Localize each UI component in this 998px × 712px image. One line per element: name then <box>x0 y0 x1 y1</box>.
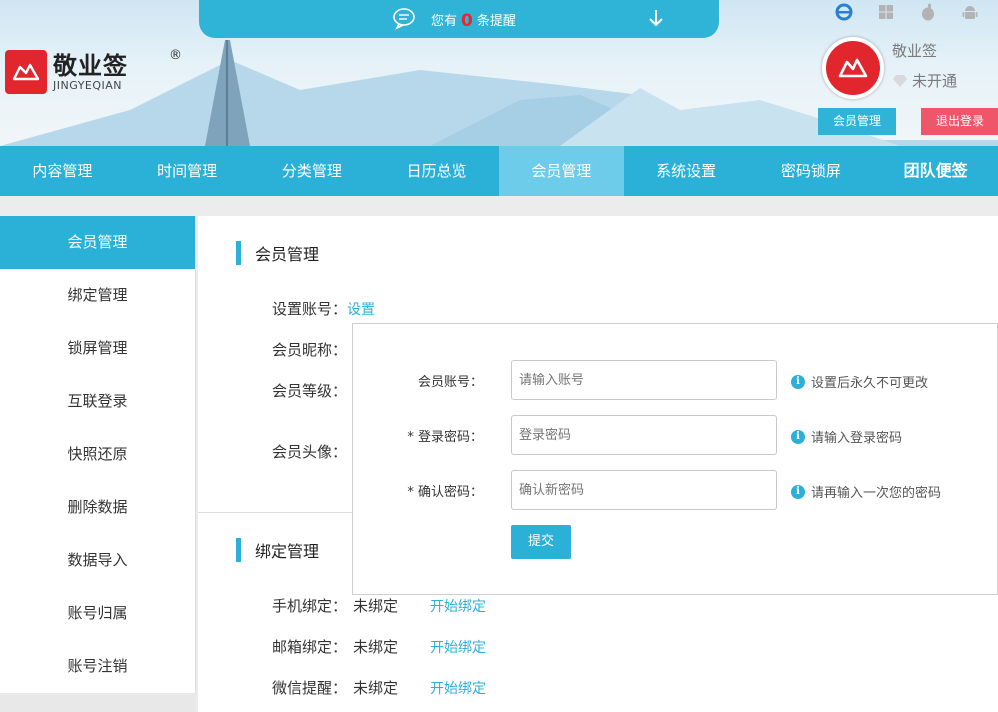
avatar-image <box>826 41 880 95</box>
confirm-field-label: * 确认密码： <box>407 485 483 500</box>
apple-icon[interactable] <box>914 0 942 24</box>
bind-section-title: 绑定管理 <box>236 538 319 562</box>
user-status-text: 未开通 <box>912 72 958 90</box>
notification-suffix: 条提醒 <box>476 14 516 29</box>
confirm-password-input[interactable] <box>511 470 777 510</box>
level-label: 会员等级： <box>272 382 348 400</box>
password-hint: i 请输入登录密码 <box>791 427 902 446</box>
title-bar <box>236 241 241 265</box>
sidebar-item-snapshot[interactable]: 快照还原 <box>0 428 195 481</box>
title-bar <box>236 538 241 562</box>
nickname-label: 会员昵称： <box>272 341 348 359</box>
logo-cn: 敬业签 <box>53 51 128 80</box>
user-name: 敬业签 <box>892 42 938 60</box>
bind-row-email: 邮箱绑定： 未绑定 开始绑定 <box>272 636 486 657</box>
bind-status: 未绑定 <box>353 597 399 615</box>
platform-links <box>830 0 998 24</box>
bind-status: 未绑定 <box>353 679 399 697</box>
info-icon: i <box>791 374 805 389</box>
user-status: 未开通 <box>892 70 957 91</box>
set-account-popup: 会员账号： i 设置后永久不可更改 * 登录密码： i 请输入登录密码 * 确认… <box>352 323 998 595</box>
submit-button[interactable]: 提交 <box>511 525 571 559</box>
registered-mark: ® <box>169 47 182 63</box>
sidebar-item-ownership[interactable]: 账号归属 <box>0 587 195 640</box>
member-management-button[interactable]: 会员管理 <box>818 108 896 135</box>
account-input[interactable] <box>511 360 777 400</box>
set-account-link[interactable]: 设置 <box>347 302 375 318</box>
windows-icon[interactable] <box>872 0 900 24</box>
nav-category[interactable]: 分类管理 <box>250 146 375 196</box>
logo-text: 敬业签 JINGYEQIAN ® <box>53 48 182 92</box>
chat-bubble-icon <box>393 8 415 30</box>
nav-calendar[interactable]: 日历总览 <box>374 146 499 196</box>
sidebar-item-binding[interactable]: 绑定管理 <box>0 269 195 322</box>
android-icon[interactable] <box>956 0 984 24</box>
info-icon: i <box>791 429 805 444</box>
password-hint-text: 请输入登录密码 <box>811 431 903 446</box>
sidebar-item-import[interactable]: 数据导入 <box>0 534 195 587</box>
avatar-label: 会员头像： <box>272 443 348 461</box>
bind-label: 微信提醒： <box>272 679 348 697</box>
logo-en: JINGYEQIAN <box>53 78 123 92</box>
bind-email-link[interactable]: 开始绑定 <box>430 637 486 657</box>
notification-bar[interactable]: 您有 0 条提醒 <box>199 0 719 38</box>
sidebar-item-lockscreen[interactable]: 锁屏管理 <box>0 322 195 375</box>
info-icon: i <box>791 484 805 499</box>
ie-icon[interactable] <box>830 0 858 24</box>
sidebar-item-connected-login[interactable]: 互联登录 <box>0 375 195 428</box>
bind-row-phone: 手机绑定： 未绑定 开始绑定 <box>272 595 486 616</box>
nav-content[interactable]: 内容管理 <box>0 146 125 196</box>
notification-prefix: 您有 <box>431 14 458 29</box>
sidebar-item-cancel-account[interactable]: 账号注销 <box>0 640 195 693</box>
logo[interactable]: 敬业签 JINGYEQIAN ® <box>5 48 182 94</box>
notification-text: 您有 0 条提醒 <box>431 10 516 31</box>
account-hint-text: 设置后永久不可更改 <box>811 376 929 391</box>
header: 您有 0 条提醒 敬业签 JINGYEQIAN ® 敬业签 未开通 会员管理 退… <box>0 0 998 146</box>
nav-team[interactable]: 团队便签 <box>873 146 998 196</box>
bind-phone-link[interactable]: 开始绑定 <box>430 596 486 616</box>
nav-time[interactable]: 时间管理 <box>125 146 250 196</box>
account-row: 设置账号：设置 <box>272 298 375 319</box>
user-avatar[interactable] <box>822 37 884 99</box>
confirm-hint-text: 请再输入一次您的密码 <box>811 486 942 501</box>
member-section-title-text: 会员管理 <box>255 245 320 264</box>
nav-settings[interactable]: 系统设置 <box>624 146 749 196</box>
nav-lock[interactable]: 密码锁屏 <box>749 146 874 196</box>
bind-wechat-link[interactable]: 开始绑定 <box>430 678 486 698</box>
nav-member[interactable]: 会员管理 <box>499 146 624 196</box>
member-section-title: 会员管理 <box>236 241 319 265</box>
password-input[interactable] <box>511 415 777 455</box>
account-label: 设置账号： <box>272 300 348 318</box>
sidebar: 会员管理 绑定管理 锁屏管理 互联登录 快照还原 删除数据 数据导入 账号归属 … <box>0 216 196 712</box>
notification-count: 0 <box>461 11 473 31</box>
logo-icon <box>5 50 47 94</box>
account-hint: i 设置后永久不可更改 <box>791 372 928 391</box>
main-nav: 内容管理 时间管理 分类管理 日历总览 会员管理 系统设置 密码锁屏 团队便签 <box>0 146 998 196</box>
sidebar-item-delete-data[interactable]: 删除数据 <box>0 481 195 534</box>
password-field-label: * 登录密码： <box>407 430 483 445</box>
logout-button[interactable]: 退出登录 <box>921 108 998 135</box>
bind-label: 邮箱绑定： <box>272 638 348 656</box>
sidebar-footer <box>0 693 196 712</box>
bind-status: 未绑定 <box>353 638 399 656</box>
diamond-icon <box>893 74 907 87</box>
confirm-hint: i 请再输入一次您的密码 <box>791 482 941 501</box>
sidebar-item-member[interactable]: 会员管理 <box>0 216 195 269</box>
bind-label: 手机绑定： <box>272 597 348 615</box>
bind-section-title-text: 绑定管理 <box>255 542 320 561</box>
arrow-down-icon[interactable] <box>647 8 665 28</box>
bind-row-wechat: 微信提醒： 未绑定 开始绑定 <box>272 677 486 698</box>
account-field-label: 会员账号： <box>417 375 483 390</box>
